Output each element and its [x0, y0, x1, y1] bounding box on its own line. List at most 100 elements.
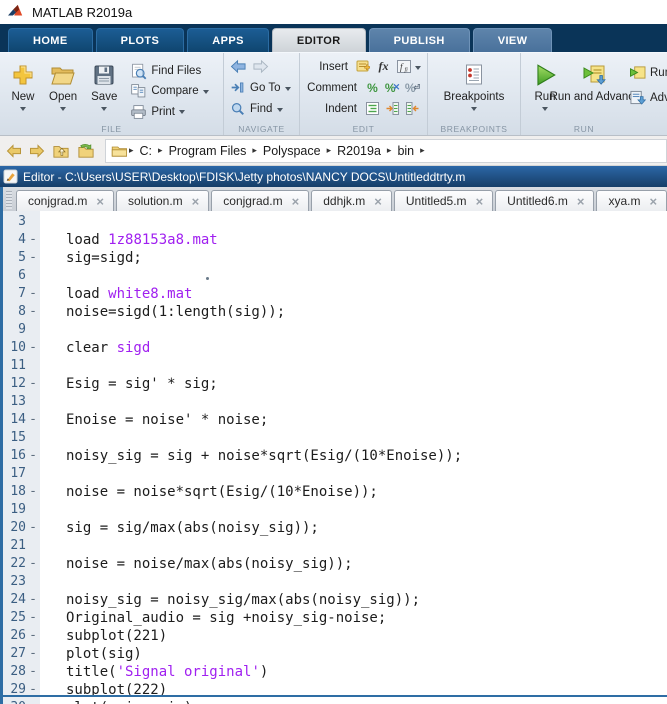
insert-code-icon[interactable] — [355, 59, 372, 75]
file-tab[interactable]: Untitled6.m × — [495, 190, 595, 211]
chevron-down-icon — [101, 107, 108, 112]
code-line[interactable]: 24- noisy_sig = noisy_sig/max(abs(noisy_s… — [3, 591, 667, 609]
history-forward-icon[interactable] — [29, 143, 45, 158]
file-tab[interactable]: conjgrad.m × — [16, 190, 114, 211]
file-tab[interactable]: Untitled5.m × — [393, 190, 494, 211]
ribbon-tab-editor[interactable]: EDITOR — [271, 28, 366, 52]
run-section-button[interactable]: Run — [629, 64, 667, 82]
section-label-navigate: NAVIGATE — [238, 124, 285, 134]
ribbon-tab-publish[interactable]: PUBLISH — [368, 28, 470, 52]
breadcrumb-item[interactable]: Polyspace — [259, 144, 325, 158]
breadcrumb-item[interactable]: R2019a — [333, 144, 385, 158]
tab-grip-handle[interactable] — [6, 191, 12, 209]
tab-close-icon[interactable]: × — [192, 195, 200, 208]
code-line[interactable]: 9 — [3, 321, 667, 339]
path-breadcrumb[interactable]: ▸ C: ▸ Program Files ▸ Polyspace ▸ R2019a ▸ bin ▸ — [105, 138, 667, 163]
file-tab[interactable]: solution.m × — [115, 190, 210, 211]
file-tab[interactable]: conjgrad.m × — [211, 190, 310, 211]
file-tab-label: xya.m — [608, 194, 641, 208]
executable-line-marker — [26, 267, 40, 285]
tab-close-icon[interactable]: × — [577, 195, 585, 208]
chevron-down-icon — [470, 107, 477, 112]
comment-icon[interactable]: % — [364, 80, 381, 96]
find-button[interactable]: Find — [228, 98, 295, 119]
ribbon-tab-apps[interactable]: APPS — [187, 28, 269, 52]
smart-indent-icon[interactable] — [364, 101, 381, 117]
save-floppy-icon — [93, 59, 115, 91]
insert-fx-icon[interactable]: fx — [375, 59, 392, 75]
line-number: 27 — [10, 646, 26, 661]
code-line[interactable]: 13 — [3, 393, 667, 411]
code-line[interactable]: 18- noise = noise*sqrt(Esig/(10*Enoise)); — [3, 483, 667, 501]
file-tab[interactable]: ddhjk.m × — [311, 190, 392, 211]
code-line[interactable]: 21 — [3, 537, 667, 555]
save-button[interactable]: Save — [84, 56, 124, 122]
goto-button[interactable]: Go To — [228, 77, 295, 98]
code-line[interactable]: 3 — [3, 213, 667, 231]
code-line[interactable]: 14- Enoise = noise' * noise; — [3, 411, 667, 429]
code-line[interactable]: 4- load 1z88153a8.mat — [3, 231, 667, 249]
code-line[interactable]: 10- clear sigd — [3, 339, 667, 357]
advance-label: Adv — [650, 91, 667, 104]
code-line[interactable]: 27- plot(sig) — [3, 645, 667, 663]
uncomment-icon[interactable]: % ✕ — [384, 80, 401, 96]
code-line[interactable]: 12- Esig = sig' * sig; — [3, 375, 667, 393]
indent-right-icon[interactable] — [384, 101, 401, 117]
code-line[interactable]: 11 — [3, 357, 667, 375]
code-line[interactable]: 28- title('Signal original') — [3, 663, 667, 681]
code-text: noisy_sig = noisy_sig/max(abs(noisy_sig)… — [40, 591, 420, 609]
open-button[interactable]: Open — [42, 56, 84, 122]
folder-up-icon[interactable] — [52, 143, 70, 159]
chevron-down-icon[interactable] — [415, 66, 421, 70]
find-files-button[interactable]: Find Files — [130, 61, 208, 81]
code-line[interactable]: 17 — [3, 465, 667, 483]
code-token: noisy_sig = noisy_sig/max(abs(noisy_sig)… — [66, 592, 421, 608]
ribbon-tab-home[interactable]: HOME — [8, 28, 93, 52]
run-and-advance-button[interactable]: Run and Advance — [550, 56, 640, 122]
code-token: noisy_sig = sig + noise*sqrt(Esig/(10*En… — [66, 448, 463, 464]
code-line[interactable]: 23 — [3, 573, 667, 591]
code-line[interactable]: 20- sig = sig/max(abs(noisy_sig)); — [3, 519, 667, 537]
code-line[interactable]: 25- Original_audio = sig +noisy_sig-noise… — [3, 609, 667, 627]
run-button[interactable]: Run — [525, 56, 565, 122]
new-button[interactable]: New — [4, 56, 42, 122]
tab-close-icon[interactable]: × — [649, 195, 657, 208]
code-line[interactable]: 6 — [3, 267, 667, 285]
insert-function-icon[interactable]: f fi — [395, 59, 412, 75]
code-line[interactable]: 7- load white8.mat — [3, 285, 667, 303]
tab-close-icon[interactable]: × — [476, 195, 484, 208]
code-line[interactable]: 26- subplot(221) — [3, 627, 667, 645]
breadcrumb-item[interactable]: Program Files — [165, 144, 251, 158]
line-number: 6 — [18, 268, 26, 283]
compare-button[interactable]: Compare — [130, 81, 209, 101]
back-icon[interactable] — [230, 59, 247, 74]
forward-icon[interactable] — [252, 59, 269, 74]
wrap-comments-icon[interactable]: % ⏎ — [404, 80, 421, 96]
ribbon-tab-plots[interactable]: PLOTS — [95, 28, 185, 52]
code-line[interactable]: 19 — [3, 501, 667, 519]
code-line[interactable]: 5- sig=sigd; — [3, 249, 667, 267]
find-label: Find — [250, 102, 273, 115]
file-tab[interactable]: xya.m × — [596, 190, 667, 211]
print-button[interactable]: Print — [130, 102, 208, 122]
breadcrumb-item[interactable]: bin — [393, 144, 418, 158]
window-titlebar: MATLAB R2019a — [0, 0, 667, 24]
history-back-icon[interactable] — [6, 143, 22, 158]
code-string-token: 'Signal original' — [116, 664, 260, 680]
code-line[interactable]: 15 — [3, 429, 667, 447]
code-line[interactable]: 8- noise=sigd(1:length(sig)); — [3, 303, 667, 321]
breakpoints-button[interactable]: Breakpoints — [437, 56, 512, 122]
indent-left-icon[interactable] — [404, 101, 421, 117]
code-line[interactable]: 16- noisy_sig = sig + noise*sqrt(Esig/(10… — [3, 447, 667, 465]
tab-close-icon[interactable]: × — [374, 195, 382, 208]
browse-folder-icon[interactable] — [77, 143, 95, 159]
ribbon-tab-view[interactable]: VIEW — [472, 28, 553, 52]
advance-button[interactable]: Adv — [629, 89, 667, 107]
code-line[interactable]: 22- noise = noise/max(abs(noisy_sig)); — [3, 555, 667, 573]
tab-close-icon[interactable]: × — [96, 195, 104, 208]
breadcrumb-item[interactable]: C: — [136, 144, 157, 158]
code-editor[interactable]: 3 4- load 1z88153a8.mat 5- sig=sigd; 6 7- load … — [3, 211, 667, 704]
line-number: 9 — [18, 322, 26, 337]
code-line[interactable]: 30- plot(noisy_sig) — [3, 699, 667, 704]
tab-close-icon[interactable]: × — [292, 195, 300, 208]
